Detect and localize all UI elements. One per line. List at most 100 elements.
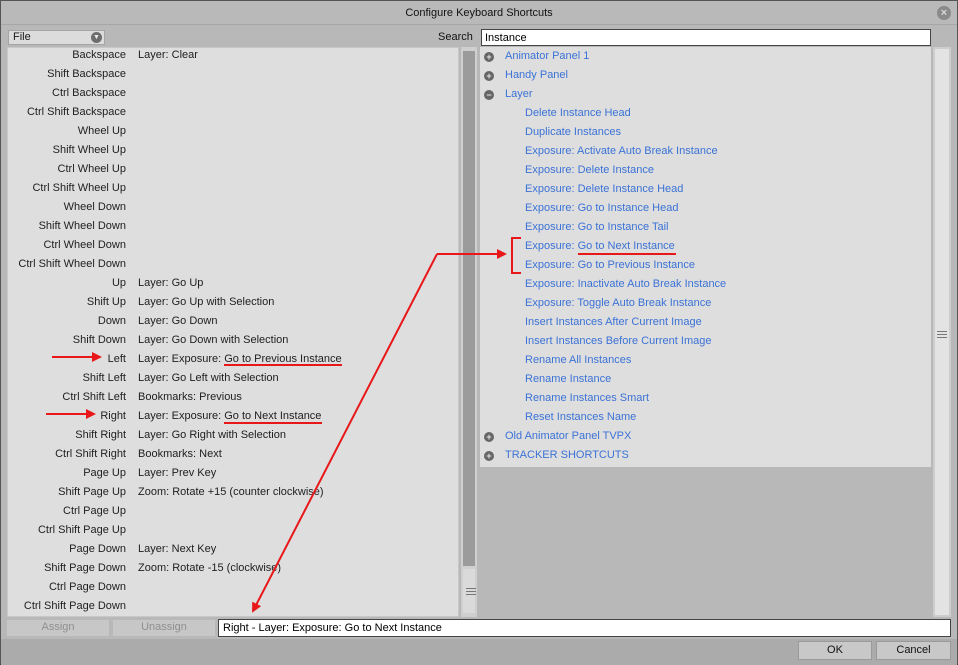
shortcut-row[interactable]: Down Layer: Go Down (8, 314, 458, 333)
tree-label: Duplicate Instances (525, 126, 621, 138)
shortcut-row[interactable]: Ctrl Shift Left Bookmarks: Previous (8, 390, 458, 409)
command-tree-scrollbar[interactable] (933, 47, 951, 617)
expand-icon[interactable]: + (484, 432, 494, 442)
shortcut-row[interactable]: Ctrl Shift Wheel Up (8, 181, 458, 200)
shortcut-row[interactable]: Shift Wheel Down (8, 219, 458, 238)
expand-icon[interactable]: + (484, 52, 494, 62)
shortcut-key: Ctrl Page Up (63, 505, 126, 517)
cancel-button[interactable]: Cancel (876, 641, 951, 660)
grip-line (937, 334, 947, 335)
tree-label: Exposure: Toggle Auto Break Instance (525, 297, 712, 309)
shortcut-command: Layer: Prev Key (138, 467, 217, 479)
scrollbar-thumb[interactable] (935, 49, 949, 615)
shortcut-row[interactable]: Shift Page Down Zoom: Rotate -15 (clockwi… (8, 561, 458, 580)
shortcut-row[interactable]: Shift Backspace (8, 67, 458, 86)
tree-group[interactable]: − Layer (480, 85, 931, 104)
tree-command[interactable]: Exposure: Go to Instance Tail (480, 218, 931, 237)
shortcut-key: Backspace (72, 49, 126, 61)
shortcut-key: Shift Up (86, 296, 126, 308)
tree-command[interactable]: Exposure: Activate Auto Break Instance (480, 142, 931, 161)
tree-command[interactable]: Exposure: Toggle Auto Break Instance (480, 294, 931, 313)
shortcut-key: Shift Page Down (44, 562, 126, 574)
shortcut-key: Ctrl Page Down (48, 581, 126, 593)
grip-line (466, 591, 476, 592)
shortcut-row[interactable]: Ctrl Page Down (8, 580, 458, 599)
expand-icon[interactable]: + (484, 71, 494, 81)
shortcut-row[interactable]: Ctrl Shift Right Bookmarks: Next (8, 447, 458, 466)
collapse-icon[interactable]: − (484, 90, 494, 100)
shortcut-key: Ctrl Wheel Up (57, 163, 126, 175)
shortcut-list-scrollbar[interactable] (461, 47, 477, 617)
shortcut-row[interactable]: Right Layer: Exposure: Go to Next Instanc… (8, 409, 458, 428)
shortcut-key: Ctrl Shift Wheel Down (18, 258, 126, 270)
tree-command[interactable]: Exposure: Delete Instance (480, 161, 931, 180)
shortcut-row[interactable]: Shift Left Layer: Go Left with Selection (8, 371, 458, 390)
tree-label: Reset Instances Name (525, 411, 637, 423)
shortcut-command: Layer: Next Key (138, 543, 217, 555)
command-tree[interactable]: + Animator Panel 1 + Handy Panel − Layer Delet… (480, 47, 931, 467)
tree-command[interactable]: Insert Instances After Current Image (480, 313, 931, 332)
tree-command[interactable]: Delete Instance Head (480, 104, 931, 123)
shortcut-command: Layer: Go Down (138, 315, 218, 327)
shortcut-row[interactable]: Wheel Down (8, 200, 458, 219)
shortcut-row[interactable]: Ctrl Page Up (8, 504, 458, 523)
shortcut-row[interactable]: Page Down Layer: Next Key (8, 542, 458, 561)
shortcut-row[interactable]: Up Layer: Go Up (8, 276, 458, 295)
shortcut-row[interactable]: Ctrl Shift Page Up (8, 523, 458, 542)
shortcut-row[interactable]: Ctrl Wheel Down (8, 238, 458, 257)
search-input[interactable] (481, 29, 931, 46)
tree-label: Animator Panel 1 (505, 50, 590, 62)
unassign-button[interactable]: Unassign (113, 620, 215, 636)
shortcut-row[interactable]: Shift Right Layer: Go Right with Selectio… (8, 428, 458, 447)
expand-icon[interactable]: + (484, 451, 494, 461)
shortcut-row[interactable]: Ctrl Backspace (8, 86, 458, 105)
shortcut-row[interactable]: Ctrl Shift Backspace (8, 105, 458, 124)
shortcut-list[interactable]: Backspace Layer: Clear Shift Backspace Ctrl… (7, 47, 459, 617)
shortcut-row[interactable]: Wheel Up (8, 124, 458, 143)
shortcut-row[interactable]: Left Layer: Exposure: Go to Previous Inst… (8, 352, 458, 371)
tree-label: Old Animator Panel TVPX (505, 430, 632, 442)
scrollbar-thumb[interactable] (463, 569, 476, 613)
tree-group[interactable]: + Old Animator Panel TVPX (480, 427, 931, 446)
tree-label: Exposure: Inactivate Auto Break Instance (525, 278, 727, 290)
tree-command[interactable]: Reset Instances Name (480, 408, 931, 427)
tree-command[interactable]: Rename Instances Smart (480, 389, 931, 408)
tree-command[interactable]: Insert Instances Before Current Image (480, 332, 931, 351)
tree-command[interactable]: Exposure: Go to Previous Instance (480, 256, 931, 275)
shortcut-row[interactable]: Page Up Layer: Prev Key (8, 466, 458, 485)
shortcut-row[interactable]: Shift Wheel Up (8, 143, 458, 162)
shortcut-row[interactable]: Ctrl Shift Page Down (8, 599, 458, 616)
shortcut-row[interactable]: Backspace Layer: Clear (8, 48, 458, 67)
tree-command[interactable]: Duplicate Instances (480, 123, 931, 142)
shortcut-row[interactable]: Shift Up Layer: Go Up with Selection (8, 295, 458, 314)
shortcut-row[interactable]: Shift Page Up Zoom: Rotate +15 (counter c… (8, 485, 458, 504)
tree-command[interactable]: Exposure: Delete Instance Head (480, 180, 931, 199)
tree-command[interactable]: Rename Instance (480, 370, 931, 389)
tree-label: Exposure: Delete Instance Head (525, 183, 684, 195)
file-dropdown-value: File (13, 31, 31, 43)
tree-command[interactable]: Rename All Instances (480, 351, 931, 370)
shortcut-key: Shift Page Up (58, 486, 126, 498)
shortcut-row[interactable]: Shift Down Layer: Go Down with Selection (8, 333, 458, 352)
tree-label: Insert Instances After Current Image (525, 316, 702, 328)
tree-label: Exposure: Go to Next Instance (525, 240, 675, 252)
shortcut-row[interactable]: Ctrl Shift Wheel Down (8, 257, 458, 276)
shortcut-key: Ctrl Backspace (52, 87, 126, 99)
tree-label: Exposure: Go to Instance Head (525, 202, 679, 214)
tree-command[interactable]: Exposure: Inactivate Auto Break Instance (480, 275, 931, 294)
tree-group[interactable]: + Handy Panel (480, 66, 931, 85)
tree-command[interactable]: Exposure: Go to Instance Head (480, 199, 931, 218)
shortcut-key: Shift Left (82, 372, 126, 384)
tree-group[interactable]: + Animator Panel 1 (480, 47, 931, 66)
assign-button[interactable]: Assign (7, 620, 109, 636)
close-icon[interactable]: × (937, 6, 951, 20)
tree-group[interactable]: + TRACKER SHORTCUTS (480, 446, 931, 465)
shortcut-key: Page Down (69, 543, 126, 555)
shortcut-row[interactable]: Ctrl Wheel Up (8, 162, 458, 181)
ok-button[interactable]: OK (798, 641, 872, 660)
file-dropdown[interactable]: File ▼ (8, 30, 105, 45)
title-bar: Configure Keyboard Shortcuts × (1, 1, 957, 25)
tree-label: Exposure: Go to Instance Tail (525, 221, 669, 233)
tree-command[interactable]: Exposure: Go to Next Instance (480, 237, 931, 256)
shortcut-key: Shift Right (75, 429, 126, 441)
